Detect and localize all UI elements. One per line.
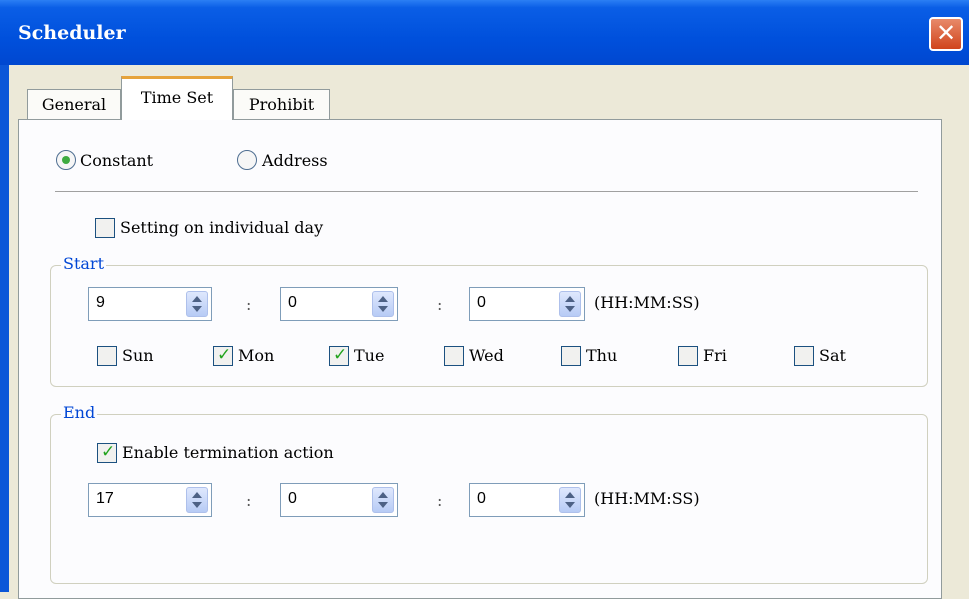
spin-up-icon	[565, 492, 575, 498]
tab-prohibit-label: Prohibit	[248, 95, 315, 114]
radio-address[interactable]	[237, 150, 257, 170]
time-separator: :	[437, 491, 443, 510]
checkmark-icon: ✓	[101, 442, 116, 462]
end-second-value: 0	[477, 490, 486, 507]
start-hour-spin-buttons[interactable]	[186, 291, 208, 317]
spin-down-icon	[378, 306, 388, 312]
start-minute-spinner[interactable]: 0	[280, 287, 398, 321]
spin-up-icon	[565, 296, 575, 302]
enable-termination-checkbox[interactable]: ✓	[97, 442, 117, 463]
end-hour-value: 17	[96, 490, 114, 507]
end-group-title: End	[61, 403, 98, 422]
tab-time-set[interactable]: Time Set	[121, 76, 233, 120]
start-format-label: (HH:MM:SS)	[594, 293, 700, 312]
start-second-spinner[interactable]: 0	[469, 287, 585, 321]
day-label-tue: Tue	[354, 346, 385, 365]
day-label-sat: Sat	[819, 346, 846, 365]
time-separator: :	[246, 295, 252, 314]
start-hour-value: 9	[96, 294, 105, 311]
radio-constant-label: Constant	[80, 151, 154, 170]
day-checkbox-thu[interactable]	[561, 346, 581, 366]
checkmark-icon: ✓	[333, 345, 348, 365]
day-checkbox-sat[interactable]	[794, 346, 814, 366]
day-checkbox-wed[interactable]	[444, 346, 464, 366]
start-group-title: Start	[61, 254, 107, 273]
end-minute-spinner[interactable]: 0	[280, 483, 398, 517]
day-label-mon: Mon	[238, 346, 275, 365]
end-minute-spin-buttons[interactable]	[372, 487, 394, 513]
spin-up-icon	[192, 296, 202, 302]
spin-up-icon	[192, 492, 202, 498]
start-group	[50, 265, 928, 387]
end-second-spin-buttons[interactable]	[559, 487, 581, 513]
spin-down-icon	[565, 502, 575, 508]
window-frame-left	[0, 65, 9, 592]
close-button[interactable]: ✕	[929, 17, 963, 51]
individual-day-checkbox[interactable]	[95, 218, 115, 238]
end-second-spinner[interactable]: 0	[469, 483, 585, 517]
day-checkbox-fri[interactable]	[678, 346, 698, 366]
radio-selected-dot	[62, 156, 70, 164]
day-label-sun: Sun	[122, 346, 154, 365]
end-minute-value: 0	[288, 490, 297, 507]
tab-general[interactable]: General	[27, 89, 121, 119]
end-format-label: (HH:MM:SS)	[594, 489, 700, 508]
title-bar: Scheduler ✕	[0, 0, 969, 65]
spin-down-icon	[192, 306, 202, 312]
start-minute-spin-buttons[interactable]	[372, 291, 394, 317]
tab-prohibit[interactable]: Prohibit	[233, 89, 330, 119]
day-checkbox-sun[interactable]	[97, 346, 117, 366]
day-label-wed: Wed	[469, 346, 504, 365]
individual-day-label: Setting on individual day	[120, 218, 324, 237]
window-title: Scheduler	[18, 22, 126, 44]
radio-address-label: Address	[262, 151, 328, 170]
day-label-fri: Fri	[703, 346, 727, 365]
time-separator: :	[437, 295, 443, 314]
tab-time-set-label: Time Set	[140, 88, 214, 107]
close-icon: ✕	[935, 19, 957, 47]
start-second-spin-buttons[interactable]	[559, 291, 581, 317]
day-checkbox-mon[interactable]: ✓	[213, 345, 233, 366]
spin-down-icon	[378, 502, 388, 508]
enable-termination-label: Enable termination action	[122, 443, 334, 462]
end-hour-spinner[interactable]: 17	[88, 483, 212, 517]
day-checkbox-tue[interactable]: ✓	[329, 345, 349, 366]
start-second-value: 0	[477, 294, 486, 311]
tab-general-label: General	[41, 95, 107, 114]
end-hour-spin-buttons[interactable]	[186, 487, 208, 513]
radio-constant[interactable]	[56, 150, 76, 170]
start-minute-value: 0	[288, 294, 297, 311]
separator-line	[55, 191, 918, 192]
spin-up-icon	[378, 492, 388, 498]
start-hour-spinner[interactable]: 9	[88, 287, 212, 321]
spin-down-icon	[565, 306, 575, 312]
day-label-thu: Thu	[586, 346, 618, 365]
spin-up-icon	[378, 296, 388, 302]
spin-down-icon	[192, 502, 202, 508]
time-separator: :	[246, 491, 252, 510]
checkmark-icon: ✓	[217, 345, 232, 365]
